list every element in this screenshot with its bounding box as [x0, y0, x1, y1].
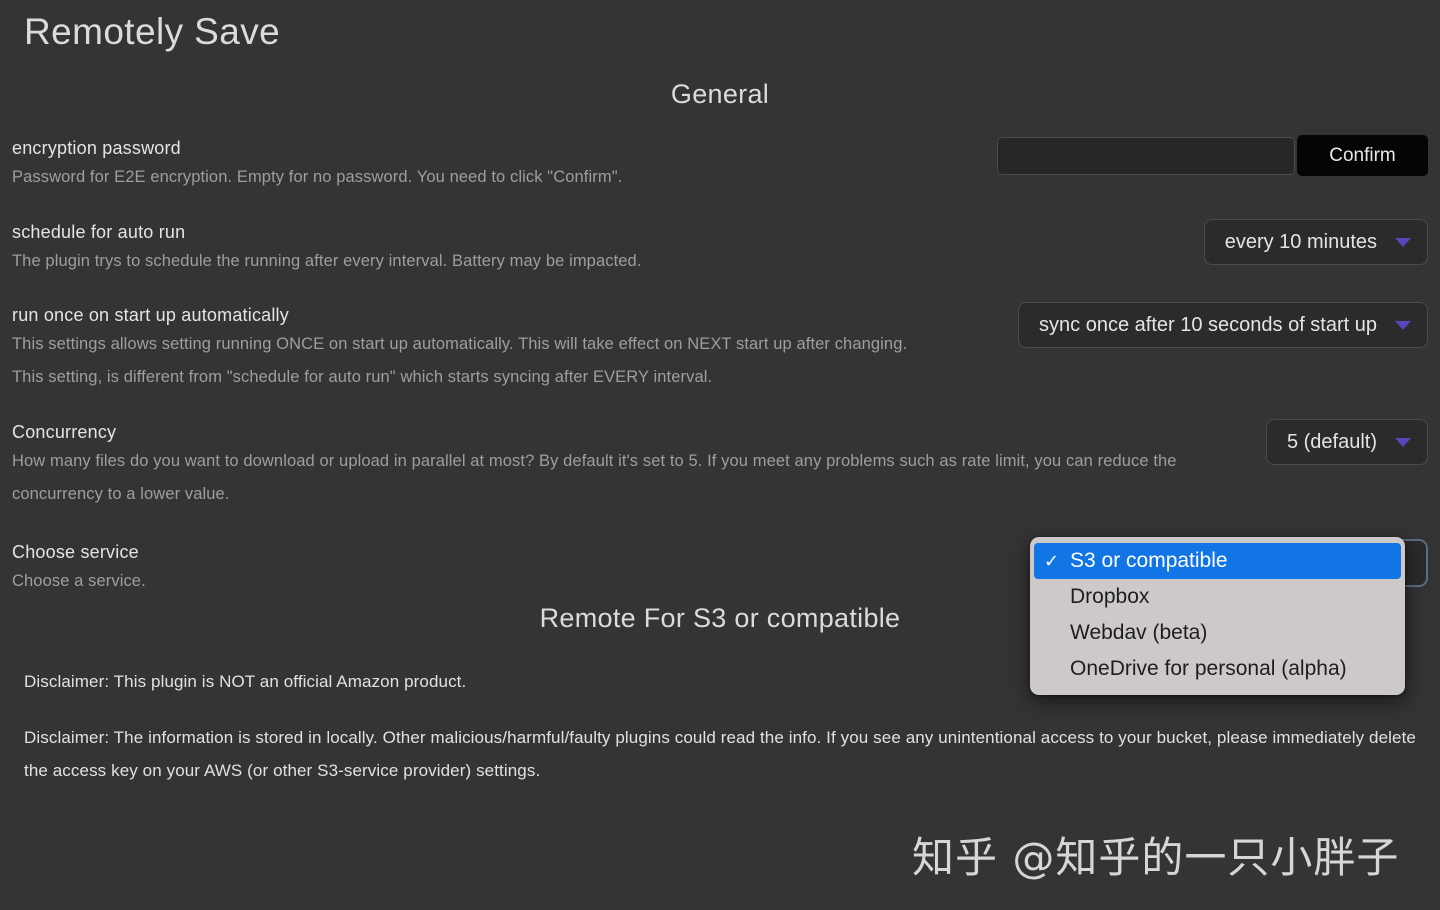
encryption-password-input[interactable]	[997, 136, 1295, 175]
setting-description: How many files do you want to download o…	[12, 452, 1177, 503]
setting-description: Choose a service.	[12, 572, 146, 590]
watermark: 知乎 @知乎的一只小胖子	[912, 833, 1400, 882]
setting-info: run once on start up automatically This …	[12, 302, 994, 394]
setting-row-choose-service: Choose service Choose a service. ✓ S3 or…	[12, 537, 1428, 695]
check-icon-placeholder	[1044, 587, 1070, 608]
setting-row-encryption-password: encryption password Password for E2E enc…	[12, 135, 1428, 194]
setting-control: 5 (default)	[1265, 419, 1428, 465]
setting-info: schedule for auto run The plugin trys to…	[12, 219, 1180, 278]
setting-name: schedule for auto run	[12, 222, 186, 242]
setting-control: every 10 minutes	[1203, 219, 1428, 265]
dropdown-option-label: Webdav (beta)	[1070, 621, 1208, 644]
setting-description: The plugin trys to schedule the running …	[12, 252, 642, 270]
chevron-down-icon	[1395, 320, 1411, 330]
setting-row-concurrency: Concurrency How many files do you want t…	[12, 419, 1428, 511]
check-icon-placeholder	[1044, 623, 1070, 644]
setting-info: Concurrency How many files do you want t…	[12, 419, 1242, 511]
setting-info: Choose service Choose a service.	[12, 539, 1014, 598]
setting-control: Confirm	[997, 135, 1428, 176]
chevron-down-icon	[1395, 437, 1411, 447]
setting-description: Password for E2E encryption. Empty for n…	[12, 168, 623, 186]
setting-name: encryption password	[12, 138, 181, 158]
page-title: Remotely Save	[24, 11, 281, 52]
setting-name: run once on start up automatically	[12, 305, 289, 325]
dropdown-option-onedrive[interactable]: OneDrive for personal (alpha)	[1034, 651, 1401, 687]
dropdown-option-label: OneDrive for personal (alpha)	[1070, 657, 1347, 680]
disclaimer-storage: Disclaimer: The information is stored in…	[24, 728, 1416, 780]
setting-name: Concurrency	[12, 422, 117, 442]
chevron-down-icon	[1395, 237, 1411, 247]
check-icon-placeholder	[1044, 659, 1070, 680]
setting-control: sync once after 10 seconds of start up	[1018, 302, 1428, 348]
setting-row-run-once-startup: run once on start up automatically This …	[12, 302, 1428, 394]
concurrency-dropdown-value: 5 (default)	[1286, 430, 1377, 453]
setting-name: Choose service	[12, 542, 139, 562]
setting-row-schedule-auto-run: schedule for auto run The plugin trys to…	[12, 219, 1428, 278]
startup-dropdown-value: sync once after 10 seconds of start up	[1039, 313, 1377, 336]
dropdown-option-s3[interactable]: ✓ S3 or compatible	[1034, 543, 1401, 579]
section-heading-general: General	[670, 79, 770, 109]
setting-info: encryption password Password for E2E enc…	[12, 135, 973, 194]
dropdown-option-label: Dropbox	[1070, 585, 1150, 608]
service-dropdown-menu: ✓ S3 or compatible Dropbox Webdav (beta)	[1030, 537, 1405, 695]
setting-description: This settings allows setting running ONC…	[12, 335, 908, 386]
dropdown-option-dropbox[interactable]: Dropbox	[1034, 579, 1401, 615]
check-icon: ✓	[1044, 550, 1060, 571]
service-select-wrapper: ✓ S3 or compatible Dropbox Webdav (beta)	[1030, 537, 1428, 695]
startup-dropdown[interactable]: sync once after 10 seconds of start up	[1018, 302, 1428, 348]
concurrency-dropdown[interactable]: 5 (default)	[1265, 419, 1428, 465]
schedule-dropdown-value: every 10 minutes	[1224, 230, 1377, 253]
confirm-button[interactable]: Confirm	[1297, 135, 1428, 176]
dropdown-option-label: S3 or compatible	[1070, 549, 1228, 572]
schedule-dropdown[interactable]: every 10 minutes	[1203, 219, 1428, 265]
dropdown-option-webdav[interactable]: Webdav (beta)	[1034, 615, 1401, 651]
settings-page: Remotely Save General encryption passwor…	[0, 0, 1440, 910]
setting-control: ✓ S3 or compatible Dropbox Webdav (beta)	[1030, 537, 1428, 695]
